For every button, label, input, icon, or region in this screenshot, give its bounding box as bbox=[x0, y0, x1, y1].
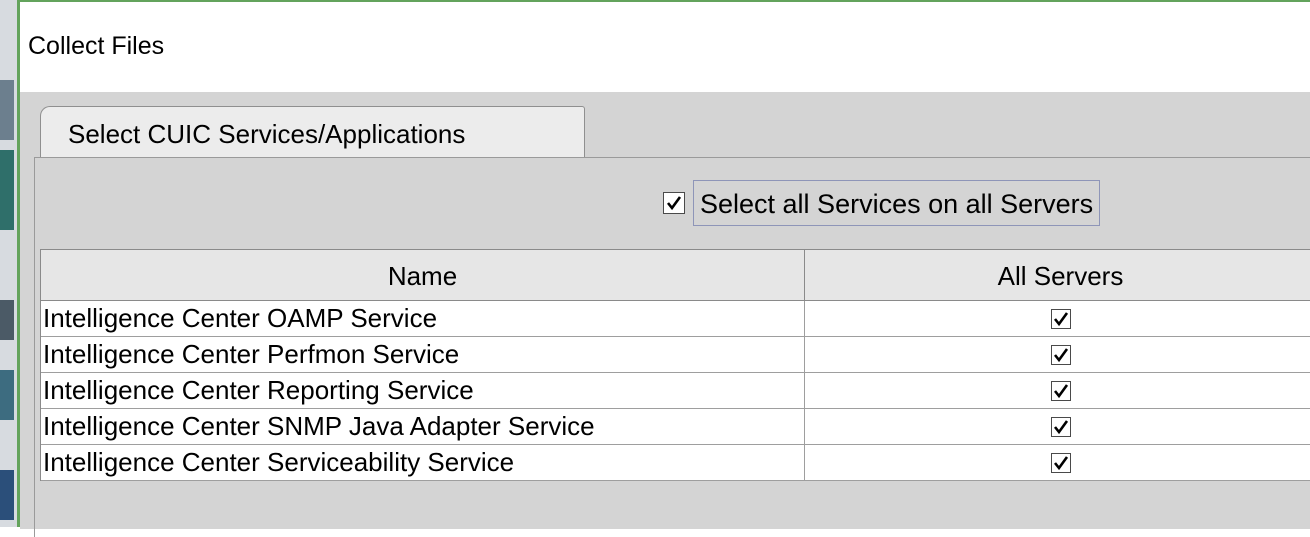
table-header: Name All Servers bbox=[41, 250, 1310, 301]
check-mark-icon bbox=[1053, 311, 1068, 326]
all-servers-cell bbox=[805, 337, 1310, 372]
title-bar[interactable]: Collect Files bbox=[20, 2, 1310, 92]
check-mark-icon bbox=[1053, 419, 1068, 434]
background-fragment bbox=[0, 80, 14, 140]
table-row[interactable]: Intelligence Center Perfmon Service bbox=[41, 337, 1310, 373]
select-all-row: Select all Services on all Servers bbox=[663, 179, 1101, 227]
table-row[interactable]: Intelligence Center OAMP Service bbox=[41, 301, 1310, 337]
all-servers-checkbox[interactable] bbox=[1050, 452, 1071, 473]
collect-files-dialog: Collect Files Select CUIC Services/Appli… bbox=[17, 0, 1310, 537]
select-all-label[interactable]: Select all Services on all Servers bbox=[693, 180, 1101, 226]
service-name-cell: Intelligence Center SNMP Java Adapter Se… bbox=[41, 409, 805, 444]
background-fragment bbox=[0, 300, 14, 340]
table-row[interactable]: Intelligence Center Reporting Service bbox=[41, 373, 1310, 409]
dialog-client-area: Select CUIC Services/Applications Select… bbox=[20, 92, 1310, 537]
background-fragment bbox=[0, 150, 14, 230]
table-row[interactable]: Intelligence Center Serviceability Servi… bbox=[41, 445, 1310, 481]
window-title: Collect Files bbox=[28, 32, 165, 60]
services-table: Name All Servers Intelligence Center OAM… bbox=[40, 249, 1310, 481]
select-all-checkbox[interactable] bbox=[663, 192, 685, 214]
check-mark-icon bbox=[666, 196, 682, 211]
service-name-cell: Intelligence Center OAMP Service bbox=[41, 301, 805, 336]
background-fragment bbox=[0, 470, 14, 520]
check-mark-icon bbox=[1053, 383, 1068, 398]
service-name-cell: Intelligence Center Reporting Service bbox=[41, 373, 805, 408]
all-servers-cell bbox=[805, 301, 1310, 336]
column-header-name[interactable]: Name bbox=[41, 250, 805, 300]
check-mark-icon bbox=[1053, 347, 1068, 362]
all-servers-cell bbox=[805, 373, 1310, 408]
column-header-all-servers[interactable]: All Servers bbox=[805, 250, 1310, 300]
service-name-cell: Intelligence Center Serviceability Servi… bbox=[41, 445, 805, 480]
all-servers-cell bbox=[805, 445, 1310, 480]
all-servers-checkbox[interactable] bbox=[1050, 344, 1071, 365]
service-name-cell: Intelligence Center Perfmon Service bbox=[41, 337, 805, 372]
background-fragment bbox=[0, 370, 14, 420]
all-servers-checkbox[interactable] bbox=[1050, 416, 1071, 437]
all-servers-checkbox[interactable] bbox=[1050, 380, 1071, 401]
check-mark-icon bbox=[1053, 455, 1068, 470]
tab-label: Select CUIC Services/Applications bbox=[68, 119, 466, 149]
all-servers-checkbox[interactable] bbox=[1050, 308, 1071, 329]
all-servers-cell bbox=[805, 409, 1310, 444]
tab-select-cuic-services[interactable]: Select CUIC Services/Applications bbox=[40, 106, 585, 158]
table-row[interactable]: Intelligence Center SNMP Java Adapter Se… bbox=[41, 409, 1310, 445]
